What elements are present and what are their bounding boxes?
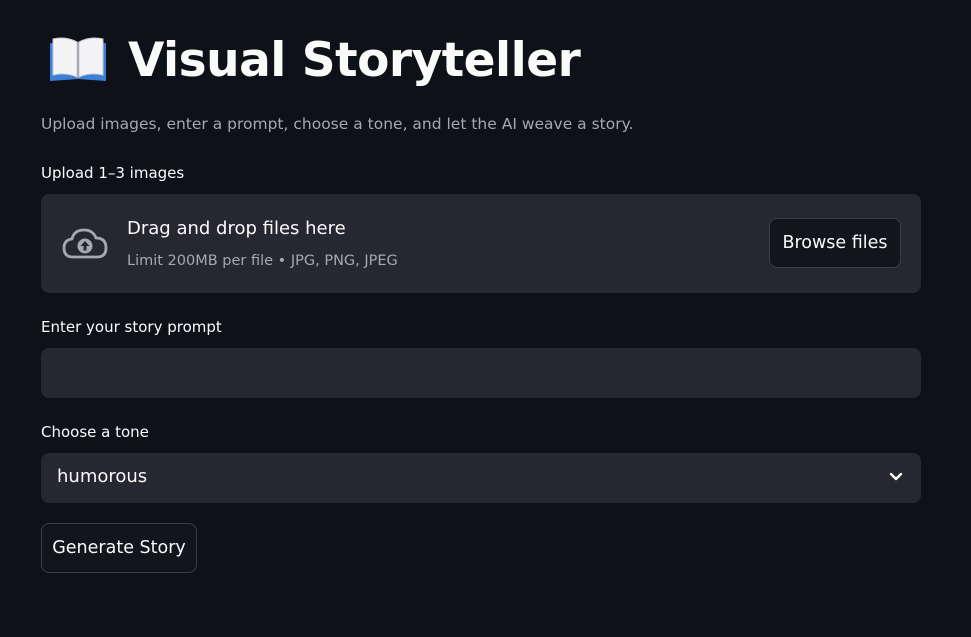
page-title: Visual Storyteller bbox=[128, 32, 581, 88]
cloud-upload-icon bbox=[62, 228, 108, 259]
page-header: Visual Storyteller bbox=[48, 26, 581, 94]
file-dropzone[interactable]: Drag and drop files here Limit 200MB per… bbox=[41, 194, 921, 293]
open-book-icon bbox=[50, 37, 106, 81]
page-subtitle: Upload images, enter a prompt, choose a … bbox=[41, 115, 634, 133]
dropzone-limit: Limit 200MB per file • JPG, PNG, JPEG bbox=[127, 253, 398, 269]
browse-files-button[interactable]: Browse files bbox=[769, 218, 901, 268]
generate-story-button[interactable]: Generate Story bbox=[41, 523, 197, 573]
story-prompt-input[interactable] bbox=[41, 348, 921, 398]
app-page: Visual Storyteller Upload images, enter … bbox=[0, 0, 971, 637]
upload-label: Upload 1–3 images bbox=[41, 164, 185, 182]
tone-select[interactable]: humorous bbox=[41, 453, 921, 503]
tone-label: Choose a tone bbox=[41, 423, 149, 441]
chevron-down-icon bbox=[889, 472, 903, 481]
prompt-label: Enter your story prompt bbox=[41, 318, 222, 336]
dropzone-instruction: Drag and drop files here bbox=[127, 218, 346, 239]
tone-selected-value: humorous bbox=[57, 466, 148, 487]
